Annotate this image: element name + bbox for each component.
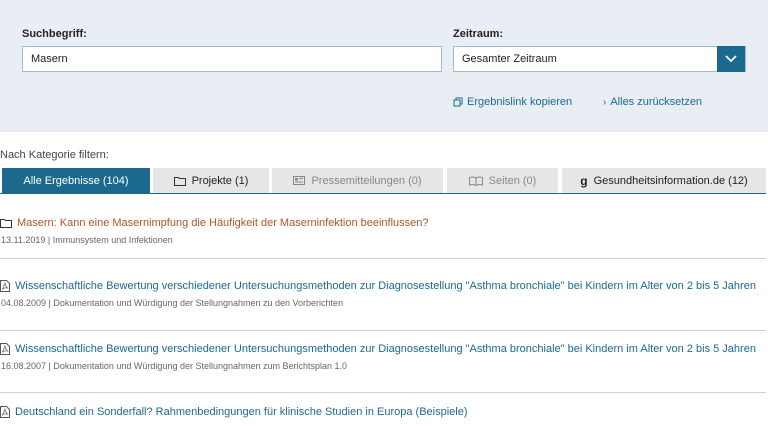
pdf-document-icon — [0, 406, 10, 418]
result-divider — [0, 330, 766, 331]
result-divider — [0, 392, 766, 393]
tab-projects[interactable]: Projekte (1) — [153, 168, 269, 193]
tab-label: Projekte (1) — [191, 174, 249, 187]
copy-icon — [453, 97, 463, 107]
copy-result-link-label: Ergebnislink kopieren — [467, 96, 573, 108]
result-title: Wissenschaftliche Bewertung verschiedene… — [15, 343, 756, 355]
tab-pages[interactable]: Seiten (0) — [447, 168, 558, 193]
result-meta: 13.11.2019 | Immunsystem und Infektionen — [1, 235, 173, 245]
reset-all-label: Alles zurücksetzen — [610, 96, 703, 108]
search-input[interactable] — [22, 46, 442, 72]
tab-label: Seiten (0) — [488, 174, 537, 187]
period-select[interactable]: Gesamter Zeitraum — [453, 46, 746, 72]
result-title-link[interactable]: Deutschland ein Sonderfall? Rahmenbeding… — [0, 405, 766, 419]
result-item: Wissenschaftliche Bewertung verschiedene… — [0, 342, 766, 371]
result-title-link[interactable]: Masern: Kann eine Masernimpfung die Häuf… — [0, 216, 766, 230]
pdf-document-icon — [0, 280, 10, 292]
tab-press-releases[interactable]: Pressemitteilungen (0) — [272, 168, 443, 193]
tab-all-results[interactable]: Alle Ergebnisse (104) — [2, 168, 150, 193]
chevron-down-icon — [725, 55, 737, 63]
chevron-right-icon: › — [603, 96, 607, 108]
result-divider — [0, 258, 766, 259]
category-tabs: Alle Ergebnisse (104) Projekte (1) Press… — [0, 168, 766, 194]
copy-result-link[interactable]: Ergebnislink kopieren — [453, 96, 572, 108]
result-item: Wissenschaftliche Bewertung verschiedene… — [0, 279, 766, 308]
result-title: Deutschland ein Sonderfall? Rahmenbeding… — [15, 406, 468, 418]
result-title-link[interactable]: Wissenschaftliche Bewertung verschiedene… — [0, 342, 766, 356]
result-title-link[interactable]: Wissenschaftliche Bewertung verschiedene… — [0, 279, 766, 293]
result-meta: 16.08.2007 | Dokumentation und Würdigung… — [1, 361, 348, 371]
result-item: Deutschland ein Sonderfall? Rahmenbeding… — [0, 405, 766, 424]
folder-icon — [0, 219, 12, 228]
period-select-value: Gesamter Zeitraum — [462, 53, 557, 65]
reset-all-link[interactable]: › Alles zurücksetzen — [603, 96, 702, 108]
search-panel: Suchbegriff: Zeitraum: Gesamter Zeitraum… — [0, 0, 768, 132]
gi-logo-icon: g — [580, 173, 588, 188]
result-title: Masern: Kann eine Masernimpfung die Häuf… — [17, 217, 429, 229]
result-item: Masern: Kann eine Masernimpfung die Häuf… — [0, 216, 766, 245]
folder-icon — [173, 176, 186, 186]
tab-gesundheitsinformation[interactable]: g Gesundheitsinformation.de (12) — [562, 168, 766, 193]
tab-label: Pressemitteilungen (0) — [311, 174, 422, 187]
filter-title: Nach Kategorie filtern: — [0, 149, 109, 161]
pdf-document-icon — [0, 343, 10, 355]
book-icon — [468, 176, 483, 186]
result-title: Wissenschaftliche Bewertung verschiedene… — [15, 280, 756, 292]
search-term-label: Suchbegriff: — [22, 28, 87, 40]
period-dropdown-button[interactable] — [717, 46, 745, 72]
period-label: Zeitraum: — [453, 28, 504, 40]
tab-label: Alle Ergebnisse (104) — [23, 174, 129, 187]
result-meta: 04.08.2009 | Dokumentation und Würdigung… — [1, 298, 344, 308]
tab-label: Gesundheitsinformation.de (12) — [593, 174, 748, 187]
newspaper-icon — [293, 176, 306, 185]
